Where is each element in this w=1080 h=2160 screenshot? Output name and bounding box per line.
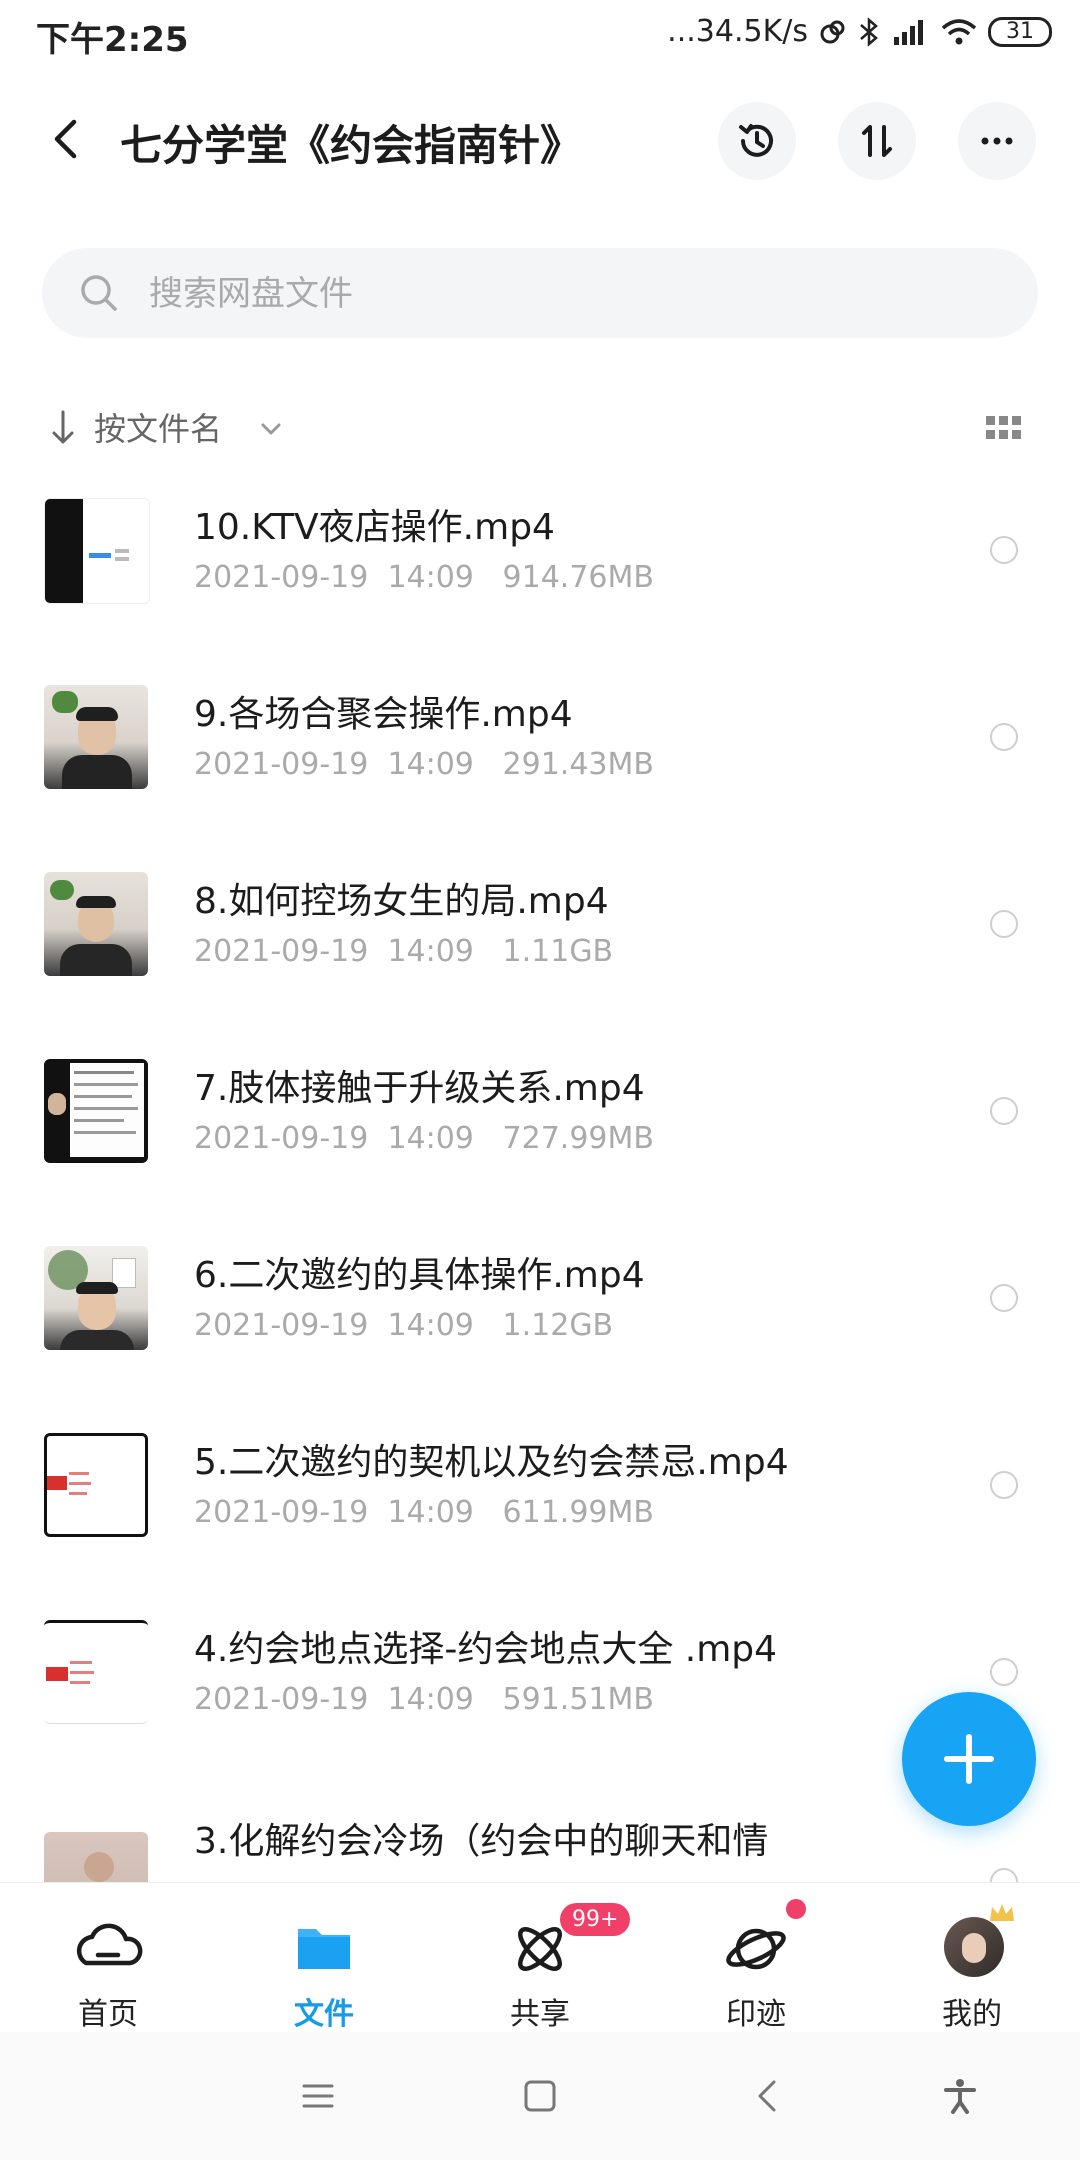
nav-traces[interactable]: 印迹 xyxy=(648,1883,864,2033)
file-name: 5.二次邀约的契机以及约会禁忌.mp4 xyxy=(194,1442,789,1483)
file-meta: 2021-09-19 14:09 611.99MB xyxy=(194,1495,654,1530)
crown-icon xyxy=(990,1904,1014,1921)
page-title: 七分学堂《约会指南针》 xyxy=(120,121,583,170)
file-name: 4.约会地点选择-约会地点大全 .mp4 xyxy=(194,1629,778,1670)
sort-label[interactable]: 按文件名 xyxy=(94,404,222,450)
menu-icon[interactable] xyxy=(298,2076,338,2116)
select-radio[interactable] xyxy=(990,723,1018,751)
file-name: 3.化解约会冷场（约会中的聊天和情 xyxy=(194,1821,769,1862)
back-arrow-icon[interactable] xyxy=(42,114,92,164)
avatar xyxy=(944,1917,1004,1977)
bluetooth-icon xyxy=(860,16,878,47)
nav-me[interactable]: 我的 xyxy=(864,1883,1080,2033)
file-name: 10.KTV夜店操作.mp4 xyxy=(194,507,555,548)
select-radio[interactable] xyxy=(990,1471,1018,1499)
video-thumbnail xyxy=(44,498,150,604)
history-icon xyxy=(739,124,773,157)
file-meta: 2021-09-19 14:09 1.11GB xyxy=(194,934,614,969)
nav-home-label: 首页 xyxy=(78,1997,138,2032)
file-meta: 2021-09-19 14:09 291.43MB xyxy=(194,747,654,782)
chevron-down-icon[interactable] xyxy=(258,416,284,442)
search-bar[interactable] xyxy=(42,248,1038,340)
status-icons: ...34.5K/s 31 xyxy=(667,14,1052,49)
file-meta: 2021-09-19 14:09 914.76MB xyxy=(194,560,654,595)
video-thumbnail xyxy=(44,1059,148,1163)
accessibility-icon[interactable] xyxy=(940,2076,980,2116)
select-radio[interactable] xyxy=(990,1097,1018,1125)
file-row[interactable]: 10.KTV夜店操作.mp4 2021-09-19 14:09 914.76MB xyxy=(0,498,1080,685)
video-thumbnail xyxy=(44,685,148,789)
link-icon xyxy=(820,20,845,43)
nav-home[interactable]: 首页 xyxy=(0,1883,216,2033)
nav-traces-label: 印迹 xyxy=(726,1997,786,2032)
file-name: 7.肢体接触于升级关系.mp4 xyxy=(194,1068,645,1109)
file-row[interactable]: 7.肢体接触于升级关系.mp4 2021-09-19 14:09 727.99M… xyxy=(0,1059,1080,1246)
file-meta: 2021-09-19 14:09 727.99MB xyxy=(194,1121,654,1156)
bottom-nav: 首页 文件 99+ 共享 印迹 我的 xyxy=(0,1882,1080,2033)
select-radio[interactable] xyxy=(990,536,1018,564)
file-row[interactable]: 9.各场合聚会操作.mp4 2021-09-19 14:09 291.43MB xyxy=(0,685,1080,872)
home-square-icon[interactable] xyxy=(520,2076,560,2116)
file-row[interactable]: 8.如何控场女生的局.mp4 2021-09-19 14:09 1.11GB xyxy=(0,872,1080,1059)
wifi-icon xyxy=(941,18,977,44)
folder-icon xyxy=(298,1929,350,1969)
nav-share[interactable]: 99+ 共享 xyxy=(432,1883,648,2033)
video-thumbnail xyxy=(44,1433,148,1537)
select-radio[interactable] xyxy=(990,1868,1018,1882)
network-speed: ...34.5K/s xyxy=(667,14,808,49)
file-meta: 2021-09-19 14:09 591.51MB xyxy=(194,1682,654,1717)
nav-share-label: 共享 xyxy=(510,1997,570,2032)
nav-files-label: 文件 xyxy=(294,1997,354,2032)
search-input[interactable] xyxy=(147,248,1011,340)
file-name: 8.如何控场女生的局.mp4 xyxy=(194,881,609,922)
system-nav-bar xyxy=(0,2032,1080,2160)
sort-order-button[interactable] xyxy=(838,102,916,180)
file-meta: 2021-09-19 14:09 1.12GB xyxy=(194,1308,614,1343)
sort-bar: 按文件名 xyxy=(0,398,1080,458)
history-button[interactable] xyxy=(718,102,796,180)
cloud-icon xyxy=(76,1923,143,1966)
file-row[interactable]: 3.化解约会冷场（约会中的聊天和情 xyxy=(0,1808,1080,1882)
more-button[interactable] xyxy=(958,102,1036,180)
grid-view-icon[interactable] xyxy=(986,416,1022,442)
file-row[interactable]: 6.二次邀约的具体操作.mp4 2021-09-19 14:09 1.12GB xyxy=(0,1246,1080,1433)
share-badge: 99+ xyxy=(560,1903,631,1936)
file-name: 6.二次邀约的具体操作.mp4 xyxy=(194,1255,645,1296)
nav-files[interactable]: 文件 xyxy=(216,1883,432,2033)
battery-indicator: 31 xyxy=(988,16,1052,47)
back-chevron-icon[interactable] xyxy=(748,2076,788,2116)
video-thumbnail xyxy=(44,872,148,976)
file-name: 9.各场合聚会操作.mp4 xyxy=(194,694,573,735)
plus-icon xyxy=(944,1734,994,1784)
status-bar: 下午2:25 ...34.5K/s 31 xyxy=(0,0,1080,70)
video-thumbnail xyxy=(44,1620,148,1724)
video-thumbnail xyxy=(44,1246,148,1350)
sort-down-arrow-icon[interactable] xyxy=(48,408,78,448)
video-thumbnail xyxy=(44,1832,148,1882)
nav-me-label: 我的 xyxy=(942,1997,1002,2032)
signal-icon xyxy=(894,19,923,45)
sort-arrows-icon xyxy=(862,125,892,157)
more-icon xyxy=(981,137,1013,145)
select-radio[interactable] xyxy=(990,1658,1018,1686)
select-radio[interactable] xyxy=(990,1284,1018,1312)
search-icon xyxy=(81,275,117,311)
add-button[interactable] xyxy=(902,1692,1036,1826)
file-row[interactable]: 5.二次邀约的契机以及约会禁忌.mp4 2021-09-19 14:09 611… xyxy=(0,1433,1080,1620)
notification-dot xyxy=(786,1899,806,1919)
status-time: 下午2:25 xyxy=(36,20,189,60)
planet-icon xyxy=(726,1928,786,1970)
header: 七分学堂《约会指南针》 xyxy=(0,90,1080,190)
select-radio[interactable] xyxy=(990,910,1018,938)
